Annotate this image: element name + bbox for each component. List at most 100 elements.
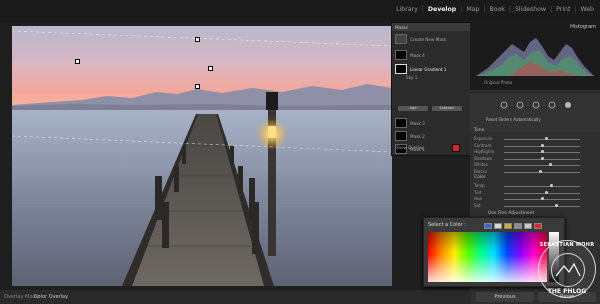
watermark-brand: THE PHLOG	[547, 288, 587, 295]
slider-track[interactable]	[504, 139, 580, 140]
module-separator: |	[574, 6, 577, 13]
slider-knob[interactable]	[541, 143, 544, 147]
module-separator: |	[421, 6, 424, 13]
create-new-mask-button[interactable]: Create New Mask	[395, 34, 447, 44]
slider-label: Tint	[474, 189, 482, 195]
reset-sliders-checkbox[interactable]: Reset Sliders Automatically	[486, 117, 541, 122]
color-swatch[interactable]	[484, 223, 492, 229]
mask-item-selected[interactable]: Linear Gradient 1	[395, 64, 447, 74]
mask-item[interactable]: Mask 4	[395, 50, 425, 60]
slider-knob[interactable]	[544, 190, 548, 194]
slider-exposure[interactable]: Exposure	[474, 136, 596, 142]
tool-strip: Reset Sliders Automatically	[470, 92, 600, 133]
slider-knob[interactable]	[541, 156, 544, 160]
mask-pin-icon[interactable]	[208, 66, 213, 71]
module-separator: |	[550, 6, 553, 13]
masks-panel: Masks Create New Mask Mask 4 Linear Grad…	[391, 22, 471, 156]
mask-thumbnail	[395, 118, 407, 128]
module-separator: |	[483, 6, 486, 13]
slider-contrast[interactable]: Contrast	[474, 143, 596, 149]
module-library[interactable]: Library	[396, 6, 418, 13]
slider-label: Whites	[474, 162, 488, 167]
slider-hue[interactable]: Hue	[474, 196, 596, 202]
mask-component-label: Sky 1	[406, 75, 418, 80]
landscape-photo	[12, 26, 392, 286]
color-swatch[interactable]	[534, 223, 542, 229]
phlog-watermark-logo: SEBASTIAN MOHR THE PHLOG	[538, 240, 596, 298]
slider-whites[interactable]: Whites	[474, 162, 596, 168]
slider-knob[interactable]	[541, 197, 544, 200]
slider-label: Hue	[474, 196, 483, 201]
watermark-name: SEBASTIAN MOHR	[539, 242, 595, 248]
color-swatch[interactable]	[514, 223, 522, 229]
tool-icons	[500, 101, 571, 109]
slider-label: Shadows	[474, 155, 492, 161]
color-swatch[interactable]	[504, 223, 512, 229]
mask-thumbnail	[395, 131, 407, 141]
show-overlay-label: Show Overlay	[396, 145, 424, 150]
slider-temp[interactable]: Temp	[474, 183, 596, 189]
masks-title: Masks	[395, 24, 408, 30]
mask-thumbnail	[395, 64, 407, 74]
module-develop[interactable]: Develop	[428, 6, 456, 13]
create-mask-icon	[395, 34, 407, 44]
slider-sat[interactable]: Sat	[474, 203, 596, 209]
slider-label: Highlights	[474, 149, 495, 154]
slider-blacks[interactable]: Blacks	[474, 169, 596, 175]
slider-label: Sat	[474, 202, 481, 208]
mask-component[interactable]: Sky 1	[406, 75, 417, 80]
color-overlay-select[interactable]: Color Overlay	[34, 294, 68, 300]
slider-knob[interactable]	[544, 137, 548, 140]
mask-thumbnail	[395, 50, 407, 60]
slider-tint[interactable]: Tint	[474, 190, 596, 196]
subtract-mask-button[interactable]: Subtract	[432, 106, 462, 111]
slider-knob[interactable]	[541, 150, 544, 153]
slider-highlights[interactable]: Highlights	[474, 149, 596, 155]
slider-shadows[interactable]: Shadows	[474, 156, 596, 162]
mountain-icon	[555, 262, 581, 277]
overlay-color-swatch[interactable]	[452, 144, 460, 152]
module-book[interactable]: Book	[489, 6, 504, 13]
color-spectrum-field[interactable]	[428, 232, 547, 282]
slider-track[interactable]	[504, 192, 580, 194]
photo-canvas[interactable]	[12, 26, 392, 286]
mask-pin-icon[interactable]	[195, 84, 200, 89]
mask-item-label: Linear Gradient 1	[410, 66, 447, 72]
mask-item-label: Mask 2	[410, 133, 425, 139]
slider-knob[interactable]	[554, 203, 558, 207]
add-mask-button[interactable]: Add	[398, 106, 428, 111]
create-new-mask-label: Create New Mask	[410, 36, 447, 42]
bottom-toolbar: Overlay Mode Color Overlay	[0, 290, 470, 304]
color-swatch[interactable]	[524, 223, 532, 229]
slider-track[interactable]	[504, 165, 580, 166]
module-slideshow[interactable]: Slideshow	[515, 6, 546, 13]
module-print[interactable]: Print	[556, 6, 570, 13]
module-web[interactable]: Web	[581, 6, 595, 13]
previous-button[interactable]: Previous	[476, 292, 534, 302]
mask-item-label: Mask 3	[410, 120, 425, 126]
show-overlay-toggle[interactable]: Show Overlay	[396, 145, 424, 150]
original-photo-toggle[interactable]: Original Photo	[484, 80, 512, 85]
module-map[interactable]: Map	[466, 6, 479, 13]
mask-item-label: Mask 4	[410, 52, 425, 58]
top-module-bar: Library | Develop | Map | Book | Slidesh…	[0, 0, 600, 22]
module-separator: |	[508, 6, 511, 13]
slider-label: Contrast	[474, 142, 492, 148]
mask-item[interactable]: Mask 2	[395, 131, 425, 141]
slider-knob[interactable]	[548, 163, 552, 166]
slider-label: Temp	[474, 183, 485, 188]
tone-section-header[interactable]: Tone	[474, 128, 484, 133]
histogram: Histogram Original Photo	[470, 22, 600, 90]
slider-track[interactable]	[504, 171, 580, 173]
mask-pin-icon[interactable]	[195, 37, 200, 42]
mask-pin-icon[interactable]	[75, 59, 80, 64]
slider-track[interactable]	[504, 205, 580, 207]
slider-track[interactable]	[504, 186, 580, 187]
mask-item[interactable]: Mask 3	[395, 118, 425, 128]
color-swatch[interactable]	[494, 223, 502, 229]
use-fine-adjustment-checkbox[interactable]: Use Fine Adjustment	[488, 211, 534, 216]
color-section-header[interactable]: Color	[474, 175, 486, 180]
module-separator: |	[460, 6, 463, 13]
mountain-emblem-icon	[551, 253, 585, 287]
module-switcher: Library | Develop | Map | Book | Slidesh…	[396, 6, 594, 13]
